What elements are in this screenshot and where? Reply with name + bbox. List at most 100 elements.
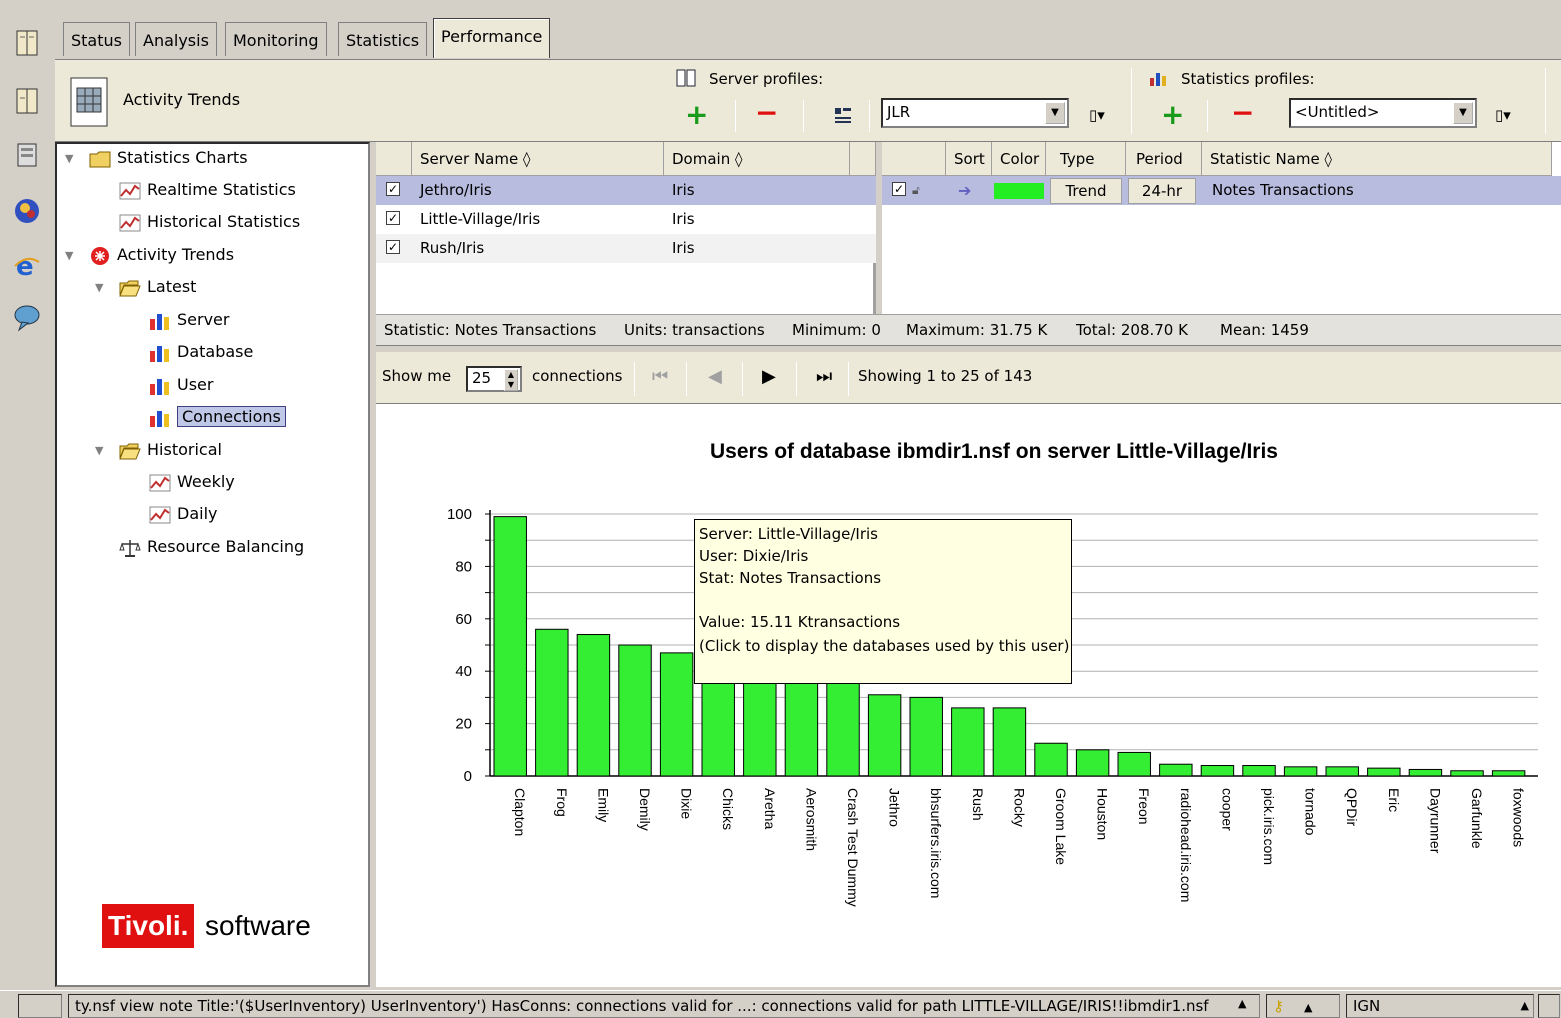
key-status[interactable]: ⚷ ▲ bbox=[1266, 994, 1340, 1018]
last-page-icon[interactable]: ⏭ bbox=[816, 366, 832, 387]
tree-item-latest[interactable]: Latest bbox=[119, 273, 196, 301]
chevron-down-icon[interactable]: ▼ bbox=[1453, 102, 1473, 124]
x-tick-label: foxwoods bbox=[1511, 788, 1527, 847]
remove-server-profile-button[interactable]: − bbox=[755, 98, 778, 128]
bar bbox=[743, 668, 777, 777]
collapse-icon[interactable]: ▼ bbox=[95, 281, 103, 294]
column-header-statistic-name[interactable]: Statistic Name ◊ bbox=[1202, 142, 1552, 176]
x-tick-label: Houston bbox=[1095, 788, 1111, 840]
collapse-icon[interactable]: ▼ bbox=[65, 249, 73, 262]
table-row[interactable]: ✓ Rush/Iris Iris bbox=[376, 234, 876, 263]
launcher-strip: e bbox=[0, 0, 54, 990]
bar bbox=[784, 670, 819, 777]
tree-item-user[interactable]: User bbox=[149, 371, 213, 399]
tree-item-daily[interactable]: Daily bbox=[149, 500, 217, 528]
table-row[interactable]: ✓ Little-Village/Iris Iris bbox=[376, 205, 876, 234]
column-header-type[interactable]: Type bbox=[1046, 142, 1126, 176]
new-document-icon[interactable]: ▯▾ bbox=[1089, 106, 1105, 124]
column-header-color[interactable]: Color bbox=[992, 142, 1046, 176]
new-document-icon[interactable]: ▯▾ bbox=[1495, 106, 1511, 124]
tooltip-stat: Stat: Notes Transactions bbox=[699, 569, 882, 587]
x-tick-label: Clapton bbox=[512, 788, 528, 836]
x-tick-label: Garfunkle bbox=[1469, 788, 1485, 849]
chevron-down-icon[interactable]: ▼ bbox=[1045, 102, 1065, 124]
line-chart-icon bbox=[149, 506, 171, 523]
open-folder-icon bbox=[119, 443, 141, 459]
tab-analysis[interactable]: Analysis bbox=[135, 22, 217, 56]
tree-item-historical[interactable]: Historical bbox=[119, 436, 222, 464]
tab-performance[interactable]: Performance bbox=[433, 18, 551, 58]
bar bbox=[1034, 742, 1068, 777]
checkbox[interactable]: ✓ bbox=[892, 182, 906, 196]
tree-item-realtime-statistics[interactable]: Realtime Statistics bbox=[119, 176, 296, 204]
tab-statistics[interactable]: Statistics bbox=[338, 22, 428, 56]
column-header-sort[interactable]: Sort bbox=[946, 142, 992, 176]
summary-maximum: Maximum: 31.75 K bbox=[906, 321, 1048, 339]
column-header-period[interactable]: Period bbox=[1126, 142, 1202, 176]
checkbox[interactable]: ✓ bbox=[386, 182, 400, 196]
status-blank-cell bbox=[18, 994, 62, 1018]
tab-status[interactable]: Status bbox=[63, 22, 130, 56]
table-row[interactable]: ✓ 🔓︎ ➔ Trend 24-hr Notes Transactions bbox=[882, 176, 1561, 205]
address-book-icon[interactable] bbox=[12, 86, 42, 116]
show-me-label: Show me bbox=[382, 367, 452, 385]
edit-profile-icon[interactable] bbox=[833, 106, 853, 126]
key-icon: ⚷ bbox=[1273, 997, 1284, 1015]
line-chart-icon bbox=[149, 474, 171, 491]
chevron-up-icon[interactable]: ▲ bbox=[1521, 995, 1529, 1017]
statistics-profile-select[interactable]: <Untitled> ▼ bbox=[1289, 98, 1477, 128]
chevron-up-icon[interactable]: ▲ bbox=[1238, 997, 1246, 1010]
discussion-icon[interactable] bbox=[12, 302, 42, 332]
bar bbox=[1283, 766, 1318, 777]
next-page-icon[interactable]: ▶ bbox=[762, 366, 776, 387]
checkbox[interactable]: ✓ bbox=[386, 240, 400, 254]
bar bbox=[1325, 766, 1359, 777]
server-profile-select[interactable]: JLR ▼ bbox=[881, 98, 1069, 128]
type-cell[interactable]: Trend bbox=[1050, 178, 1122, 204]
previous-page-icon[interactable]: ◀ bbox=[708, 366, 722, 387]
tree-item-resource-balancing[interactable]: Resource Balancing bbox=[119, 533, 304, 561]
tree-item-statistics-charts[interactable]: Statistics Charts bbox=[89, 144, 248, 172]
y-tick-label: 80 bbox=[455, 558, 472, 575]
first-page-icon[interactable]: ⏮ bbox=[652, 366, 668, 387]
column-header-server-name[interactable]: Server Name ◊ bbox=[412, 142, 664, 176]
table-row[interactable]: ✓ Jethro/Iris Iris bbox=[376, 176, 876, 205]
tree-item-historical-statistics[interactable]: Historical Statistics bbox=[119, 208, 300, 236]
arrow-right-icon[interactable]: ➔ bbox=[958, 176, 971, 205]
connections-count-spinner[interactable]: 25 ▲ ▼ bbox=[466, 366, 522, 392]
x-tick-label: Freon bbox=[1136, 788, 1152, 825]
bar-chart-icon bbox=[150, 378, 169, 395]
collapse-icon[interactable]: ▼ bbox=[65, 152, 73, 165]
x-tick-label: Demily bbox=[637, 788, 653, 831]
remove-statistics-profile-button[interactable]: − bbox=[1231, 98, 1254, 128]
statistics-table: Sort Color Type Period Statistic Name ◊ … bbox=[882, 142, 1561, 314]
tree-item-connections[interactable]: Connections bbox=[149, 403, 286, 431]
x-tick-label: Dayrunner bbox=[1427, 788, 1443, 854]
tree-item-weekly[interactable]: Weekly bbox=[149, 468, 235, 496]
collapse-icon[interactable]: ▼ bbox=[95, 444, 103, 457]
database-icon[interactable] bbox=[12, 140, 42, 170]
column-header-domain[interactable]: Domain ◊ bbox=[664, 142, 850, 176]
tree-item-database[interactable]: Database bbox=[149, 338, 253, 366]
bookmark-book-icon[interactable] bbox=[12, 28, 42, 58]
period-cell[interactable]: 24-hr bbox=[1128, 178, 1196, 204]
tab-monitoring[interactable]: Monitoring bbox=[225, 22, 327, 56]
bar bbox=[909, 696, 943, 777]
bar bbox=[951, 707, 985, 777]
tree-item-activity-trends[interactable]: Activity Trends bbox=[89, 241, 234, 269]
people-icon[interactable] bbox=[12, 196, 42, 226]
location-field[interactable]: IGN ▲ bbox=[1346, 994, 1534, 1018]
lock-icon[interactable]: 🔓︎ bbox=[912, 176, 920, 205]
add-server-profile-button[interactable]: + bbox=[685, 100, 708, 130]
spinner-arrows-icon[interactable]: ▲ ▼ bbox=[504, 369, 518, 391]
chart-tooltip: Server: Little-Village/Iris User: Dixie/… bbox=[694, 519, 1072, 684]
server-table: Server Name ◊ Domain ◊ ✓ Jethro/Iris Iri… bbox=[376, 142, 876, 314]
checkbox[interactable]: ✓ bbox=[386, 211, 400, 225]
navigation-tree: ▼ Statistics Charts Realtime Statistics … bbox=[55, 142, 370, 987]
color-swatch[interactable] bbox=[994, 183, 1044, 199]
status-mail-cell[interactable] bbox=[1538, 994, 1560, 1018]
chevron-up-icon[interactable]: ▲ bbox=[1304, 1001, 1312, 1014]
browser-icon[interactable]: e bbox=[12, 250, 42, 280]
tree-item-server[interactable]: Server bbox=[149, 306, 229, 334]
add-statistics-profile-button[interactable]: + bbox=[1161, 100, 1184, 130]
